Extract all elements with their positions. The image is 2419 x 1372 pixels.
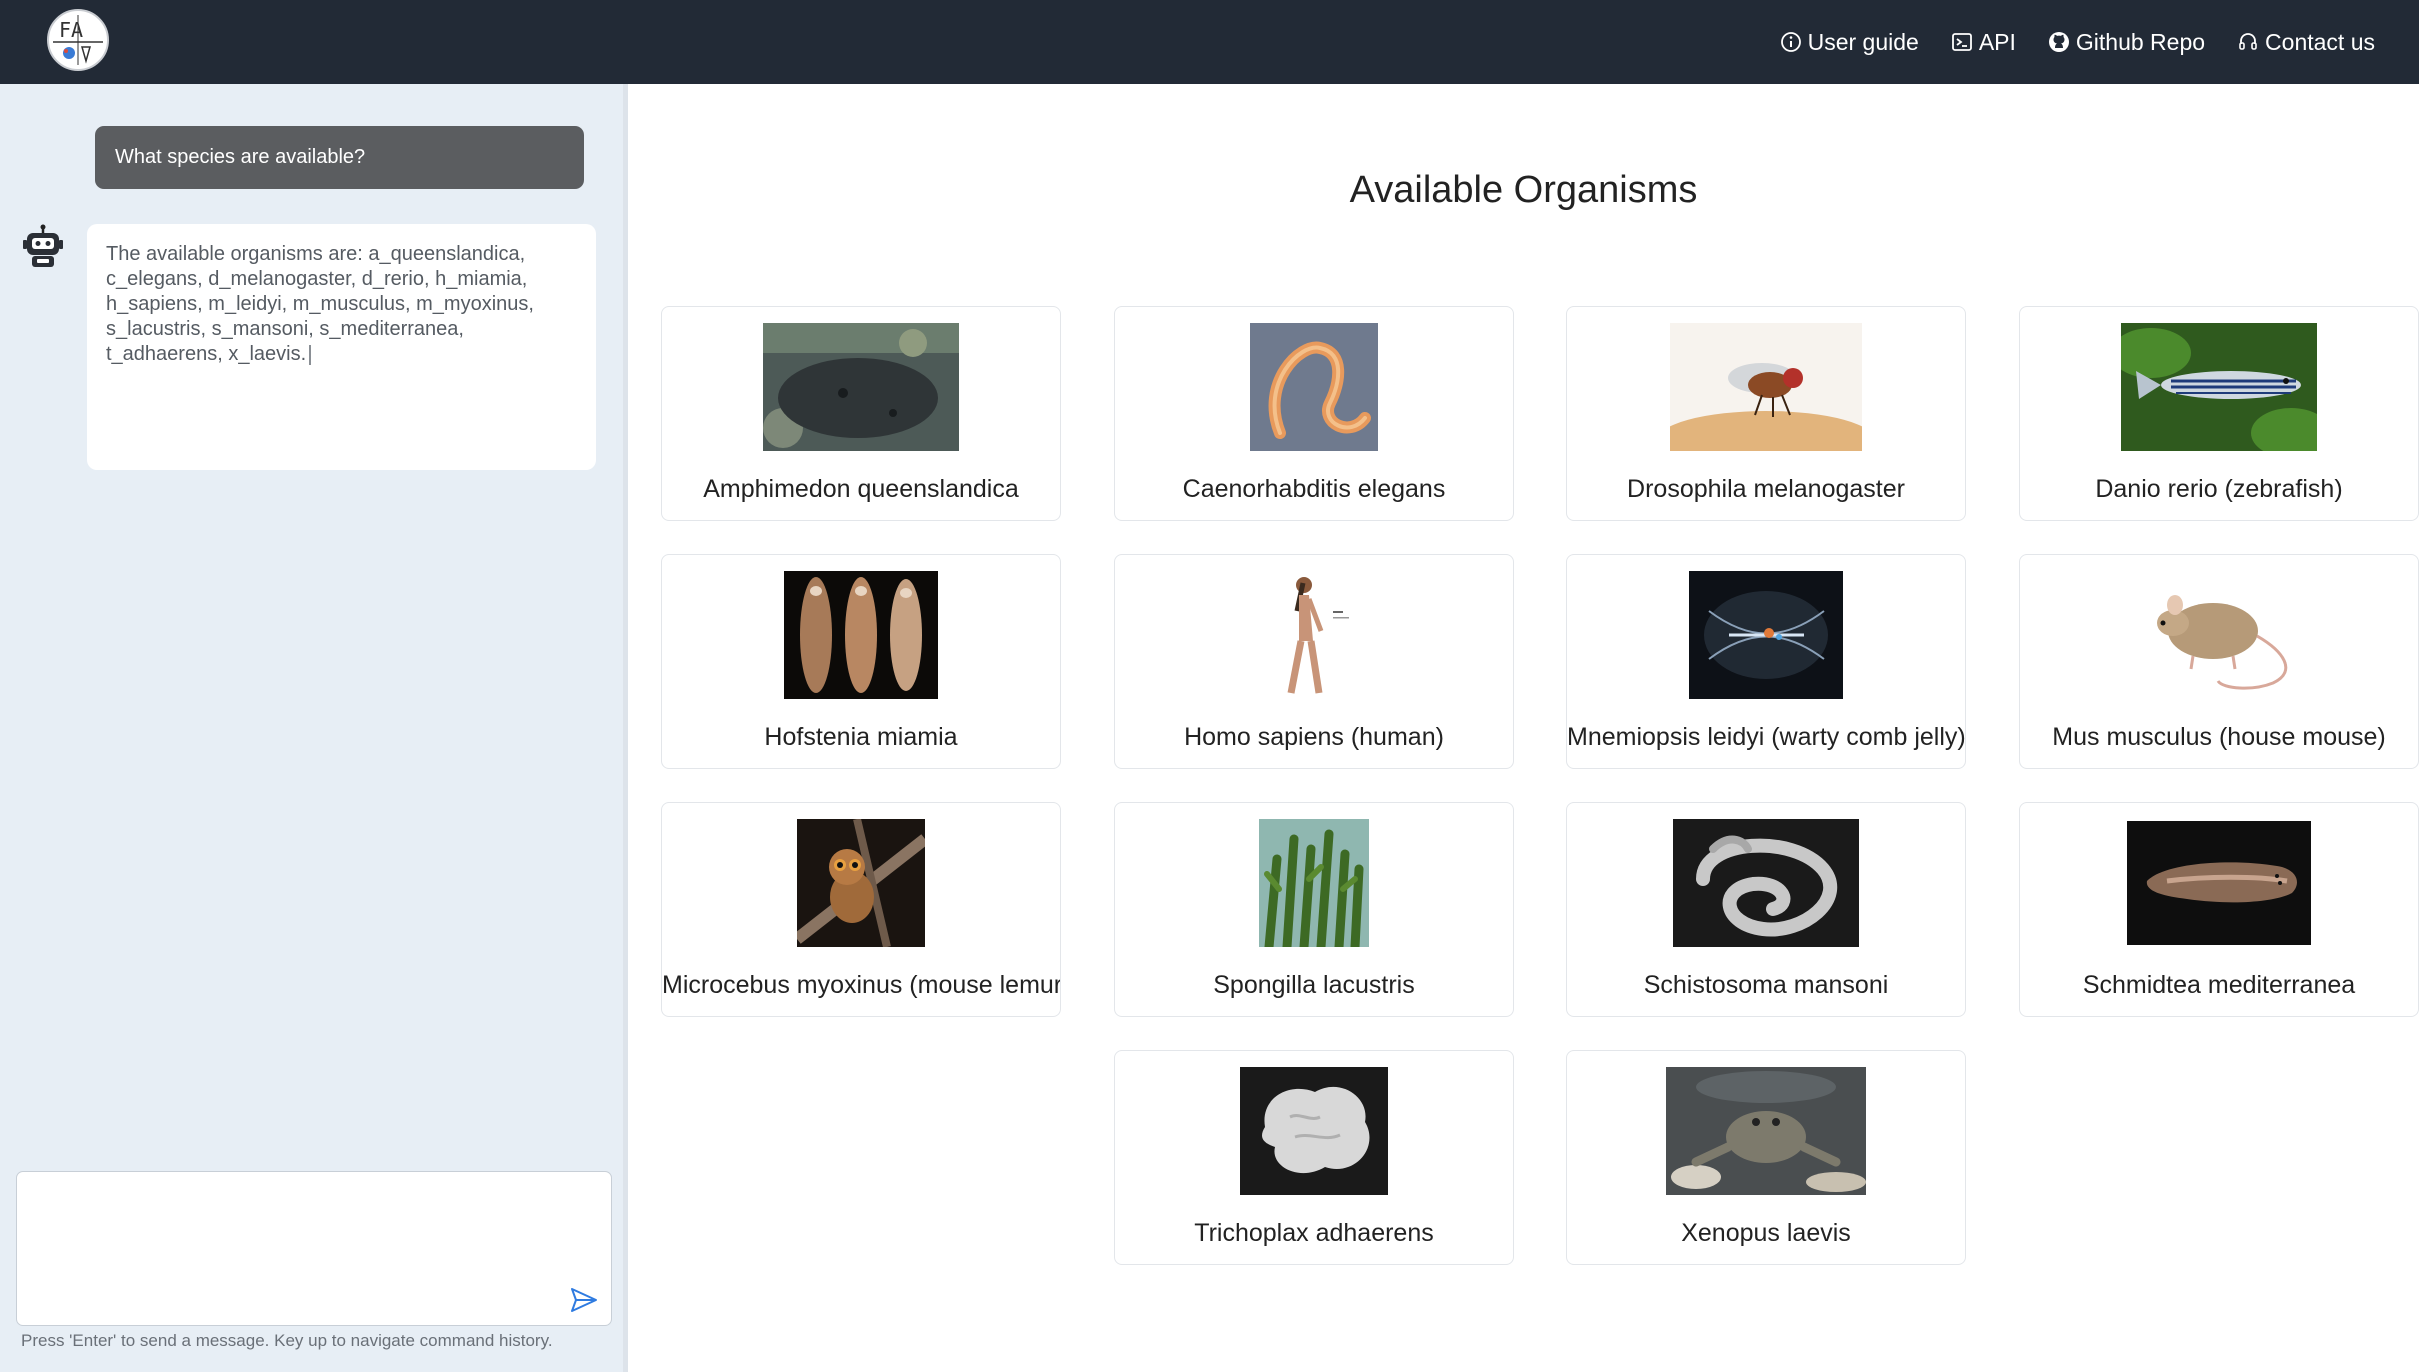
mouse-lemur-image xyxy=(797,819,925,947)
nav-api-label: API xyxy=(1978,28,2016,55)
main-content: Available Organisms Amphimedon queenslan… xyxy=(628,84,2419,1372)
organism-name: Spongilla lacustris xyxy=(1213,971,1415,999)
nav-user-guide-label: User guide xyxy=(1807,28,1919,55)
trichoplax-image xyxy=(1240,1067,1388,1195)
github-icon xyxy=(2048,32,2069,52)
mouse-image xyxy=(2133,571,2305,699)
nav-contact-us[interactable]: Contact us xyxy=(2237,29,2375,56)
app-logo[interactable]: FA xyxy=(47,9,109,71)
organism-name: Microcebus myoxinus (mouse lemur) xyxy=(662,971,1060,999)
organism-card-s-lacustris[interactable]: Spongilla lacustris xyxy=(1114,802,1514,1017)
organism-card-d-rerio[interactable]: Danio rerio (zebrafish) xyxy=(2019,306,2419,521)
organism-card-a-queenslandica[interactable]: Amphimedon queenslandica xyxy=(661,306,1061,521)
human-figure-image xyxy=(1259,571,1369,699)
organism-name: Caenorhabditis elegans xyxy=(1182,475,1446,503)
nav-user-guide[interactable]: User guide xyxy=(1780,29,1919,56)
chat-input-container xyxy=(16,1171,612,1326)
organism-card-s-mediterranea[interactable]: Schmidtea mediterranea xyxy=(2019,802,2419,1017)
organism-card-c-elegans[interactable]: Caenorhabditis elegans xyxy=(1114,306,1514,521)
zebrafish-image xyxy=(2121,323,2317,451)
organism-name: Schistosoma mansoni xyxy=(1643,971,1889,999)
organism-name: Xenopus laevis xyxy=(1681,1219,1851,1247)
bot-message-line: t_adhaerens, x_laevis. xyxy=(106,343,307,365)
organism-card-d-melanogaster[interactable]: Drosophila melanogaster xyxy=(1566,306,1966,521)
organism-card-x-laevis[interactable]: Xenopus laevis xyxy=(1566,1050,1966,1265)
organism-name: Amphimedon queenslandica xyxy=(703,475,1019,503)
nav-links: User guide API Github Repo Contact us xyxy=(1748,0,2375,84)
bot-message-last-line: t_adhaerens, x_laevis. xyxy=(106,342,577,367)
chat-input[interactable] xyxy=(17,1172,611,1325)
user-message-bubble: What species are available? xyxy=(95,126,584,189)
bot-message-line: The available organisms are: a_queenslan… xyxy=(106,243,526,265)
organism-name: Homo sapiens (human) xyxy=(1184,723,1444,751)
robot-icon xyxy=(23,224,63,267)
top-navbar: FA User guide API Github Repo Contact us xyxy=(0,0,2419,84)
schistosoma-image xyxy=(1673,819,1859,947)
bot-message-line: s_lacustris, s_mansoni, s_mediterranea, xyxy=(106,318,464,340)
organism-name: Drosophila melanogaster xyxy=(1627,475,1905,503)
planarian-image xyxy=(2127,821,2311,945)
organism-name: Schmidtea mediterranea xyxy=(2082,971,2356,999)
organism-card-h-sapiens[interactable]: Homo sapiens (human) xyxy=(1114,554,1514,769)
organism-card-m-myoxinus[interactable]: Microcebus myoxinus (mouse lemur) xyxy=(661,802,1061,1017)
organism-name: Trichoplax adhaerens xyxy=(1194,1219,1434,1247)
page-title: Available Organisms xyxy=(1349,169,1698,211)
user-message-text: What species are available? xyxy=(115,146,366,168)
chat-panel: What species are available? The availabl… xyxy=(0,84,628,1372)
frog-image xyxy=(1666,1067,1866,1195)
bot-message-bubble: The available organisms are: a_queenslan… xyxy=(87,224,596,470)
freshwater-sponge-image xyxy=(1259,819,1369,947)
terminal-icon xyxy=(1951,33,1972,51)
sponge-image xyxy=(763,323,959,451)
organism-name: Mnemiopsis leidyi (warty comb jelly) xyxy=(1567,723,1965,751)
acoel-worms-image xyxy=(784,571,938,699)
chat-hint-text: Press 'Enter' to send a message. Key up … xyxy=(21,1331,553,1350)
typing-cursor xyxy=(309,344,312,365)
organism-card-t-adhaerens[interactable]: Trichoplax adhaerens xyxy=(1114,1050,1514,1265)
info-circle-icon xyxy=(1780,32,1801,52)
organism-name: Danio rerio (zebrafish) xyxy=(2095,475,2343,503)
logo-letters: FA xyxy=(59,18,83,42)
bot-message-line: h_sapiens, m_leidyi, m_musculus, m_myoxi… xyxy=(106,293,534,315)
nav-github-repo[interactable]: Github Repo xyxy=(2048,29,2205,56)
organism-card-s-mansoni[interactable]: Schistosoma mansoni xyxy=(1566,802,1966,1017)
nav-contact-label: Contact us xyxy=(2265,28,2375,55)
fruit-fly-image xyxy=(1670,323,1862,451)
organism-card-m-musculus[interactable]: Mus musculus (house mouse) xyxy=(2019,554,2419,769)
organism-card-h-miamia[interactable]: Hofstenia miamia xyxy=(661,554,1061,769)
organism-card-m-leidyi[interactable]: Mnemiopsis leidyi (warty comb jelly) xyxy=(1566,554,1966,769)
nav-api[interactable]: API xyxy=(1951,29,2016,56)
headset-icon xyxy=(2239,33,2257,50)
organism-name: Hofstenia miamia xyxy=(764,723,958,751)
comb-jelly-image xyxy=(1689,571,1843,699)
organism-name: Mus musculus (house mouse) xyxy=(2052,723,2386,751)
worm-image xyxy=(1250,323,1378,451)
nav-github-label: Github Repo xyxy=(2075,28,2206,55)
send-icon[interactable] xyxy=(569,1285,599,1315)
bot-message-line: c_elegans, d_melanogaster, d_rerio, h_mi… xyxy=(106,268,528,290)
